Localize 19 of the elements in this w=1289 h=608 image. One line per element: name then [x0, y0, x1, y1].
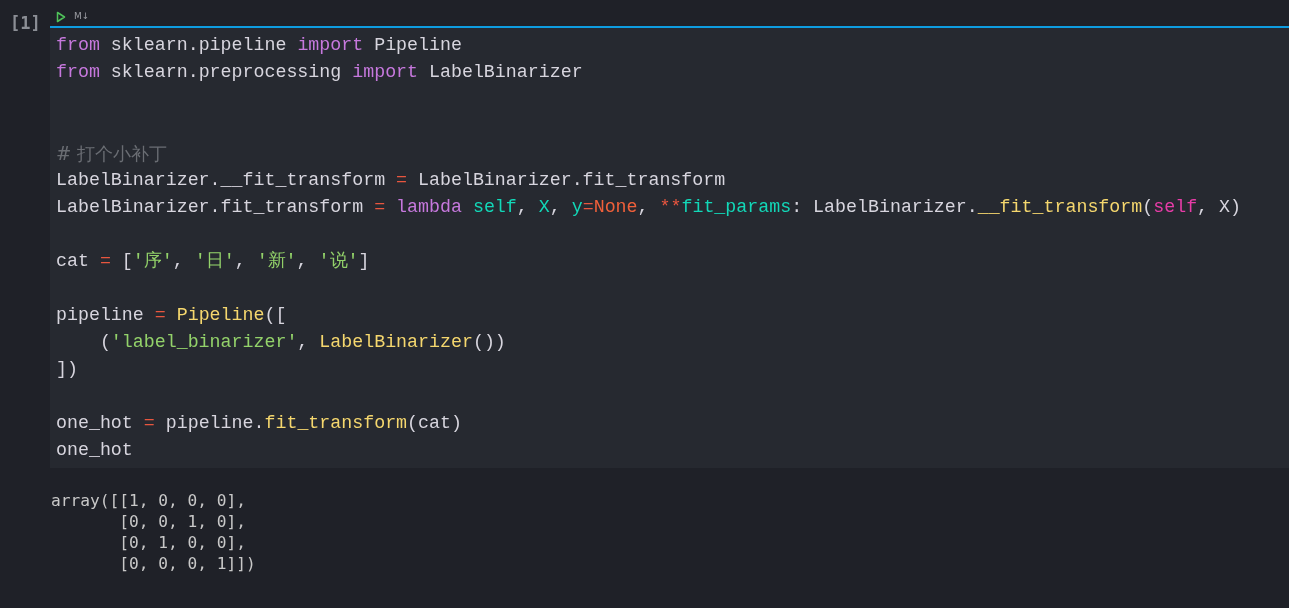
- output-line: [0, 0, 0, 1]]): [118, 553, 257, 574]
- code-line: from sklearn.preprocessing import LabelBinarizer: [56, 61, 584, 84]
- code-line: # 打个小补丁: [56, 142, 169, 166]
- execution-count: [1]: [10, 12, 41, 35]
- code-line: LabelBinarizer.__fit_transform = LabelBinarizer.fit_transform: [56, 169, 727, 192]
- run-icon[interactable]: [56, 11, 66, 23]
- code-line: ]): [56, 358, 79, 381]
- code-editor[interactable]: [50, 28, 1289, 468]
- output-line: [0, 0, 1, 0],: [118, 511, 247, 532]
- code-line: one_hot = pipeline.fit_transform(cat): [56, 412, 463, 435]
- code-line: ('label_binarizer', LabelBinarizer()): [98, 331, 507, 354]
- code-line: cat = ['序', '日', '新', '说']: [56, 250, 371, 273]
- cell-language-label[interactable]: M↓: [74, 10, 90, 24]
- output-line: array([[1, 0, 0, 0],: [51, 490, 247, 511]
- code-line: one_hot: [56, 439, 134, 462]
- output-line: [0, 1, 0, 0],: [118, 532, 247, 553]
- code-line: LabelBinarizer.fit_transform = lambda self, X, y=None, **fit_params: LabelBinarizer.__fit_transform(self, X): [56, 196, 1242, 219]
- code-line: pipeline = Pipeline([: [56, 304, 288, 327]
- code-line: from sklearn.pipeline import Pipeline: [56, 34, 463, 57]
